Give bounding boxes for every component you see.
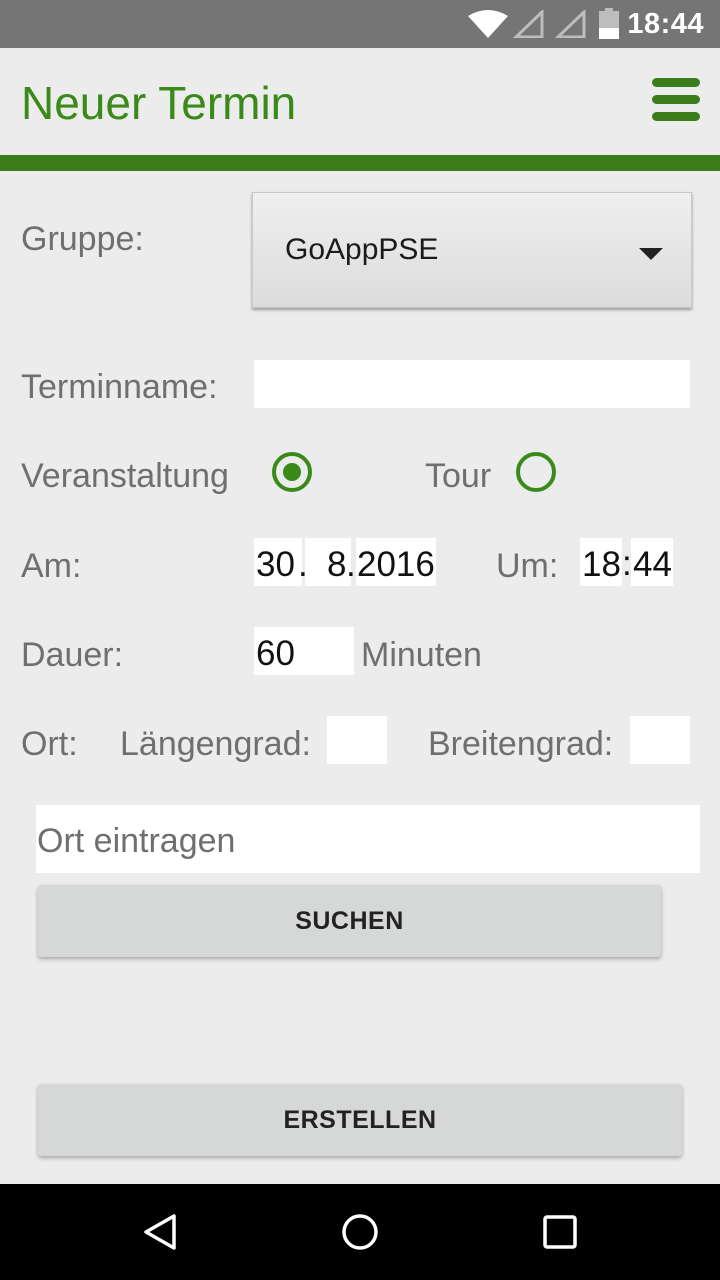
date-day-input[interactable]: 30: [254, 538, 302, 586]
type-option-tour-label: Tour: [425, 457, 492, 495]
accent-divider: [0, 155, 720, 171]
group-spinner-value: GoAppPSE: [285, 233, 439, 266]
signal-icon-2: [554, 10, 586, 38]
date-month-value: 8: [327, 545, 347, 584]
app-bar: Neuer Termin: [0, 48, 720, 156]
duration-value: 60: [256, 634, 295, 673]
group-label: Gruppe:: [21, 220, 144, 258]
type-option-veranstaltung-label: Veranstaltung: [21, 457, 229, 495]
longitude-input[interactable]: [327, 716, 387, 764]
page-title: Neuer Termin: [21, 77, 297, 129]
name-input[interactable]: [254, 360, 690, 408]
date-separator-2: .: [346, 545, 356, 584]
status-bar: 18:44: [0, 0, 720, 48]
duration-input[interactable]: 60: [254, 627, 354, 675]
back-triangle-icon[interactable]: [140, 1212, 180, 1252]
radio-tour[interactable]: [516, 452, 556, 492]
radio-veranstaltung[interactable]: [272, 452, 312, 492]
dropdown-arrow-icon: [639, 248, 663, 260]
date-month-input[interactable]: 8: [305, 538, 351, 586]
create-button[interactable]: ERSTELLEN: [38, 1084, 682, 1156]
time-hour-value: 18: [582, 545, 621, 584]
wifi-icon: [468, 10, 508, 38]
group-spinner[interactable]: GoAppPSE: [252, 192, 692, 308]
home-circle-icon[interactable]: [340, 1212, 380, 1252]
recents-square-icon[interactable]: [541, 1213, 579, 1251]
duration-unit: Minuten: [361, 636, 482, 674]
status-time: 18:44: [627, 8, 704, 40]
location-search-placeholder: Ort eintragen: [37, 822, 236, 860]
signal-icon: [512, 10, 544, 38]
radio-selected-dot: [283, 463, 301, 481]
longitude-label: Längengrad:: [120, 725, 311, 763]
date-year-input[interactable]: 2016: [356, 538, 436, 586]
name-label: Terminname:: [21, 368, 218, 406]
battery-icon: [599, 8, 619, 39]
location-label: Ort:: [21, 725, 78, 763]
latitude-input[interactable]: [630, 716, 690, 764]
date-year-value: 2016: [357, 545, 435, 584]
time-minute-value: 44: [633, 545, 672, 584]
time-minute-input[interactable]: 44: [631, 538, 673, 586]
duration-label: Dauer:: [21, 636, 124, 674]
latitude-label: Breitengrad:: [428, 725, 614, 763]
search-button[interactable]: SUCHEN: [38, 885, 661, 957]
hamburger-menu-icon[interactable]: [640, 72, 700, 128]
time-label: Um:: [496, 547, 559, 585]
navigation-bar: [0, 1184, 720, 1280]
location-search-input[interactable]: Ort eintragen: [36, 805, 700, 873]
date-label: Am:: [21, 547, 82, 585]
date-day-value: 30: [256, 545, 295, 584]
time-hour-input[interactable]: 18: [580, 538, 622, 586]
